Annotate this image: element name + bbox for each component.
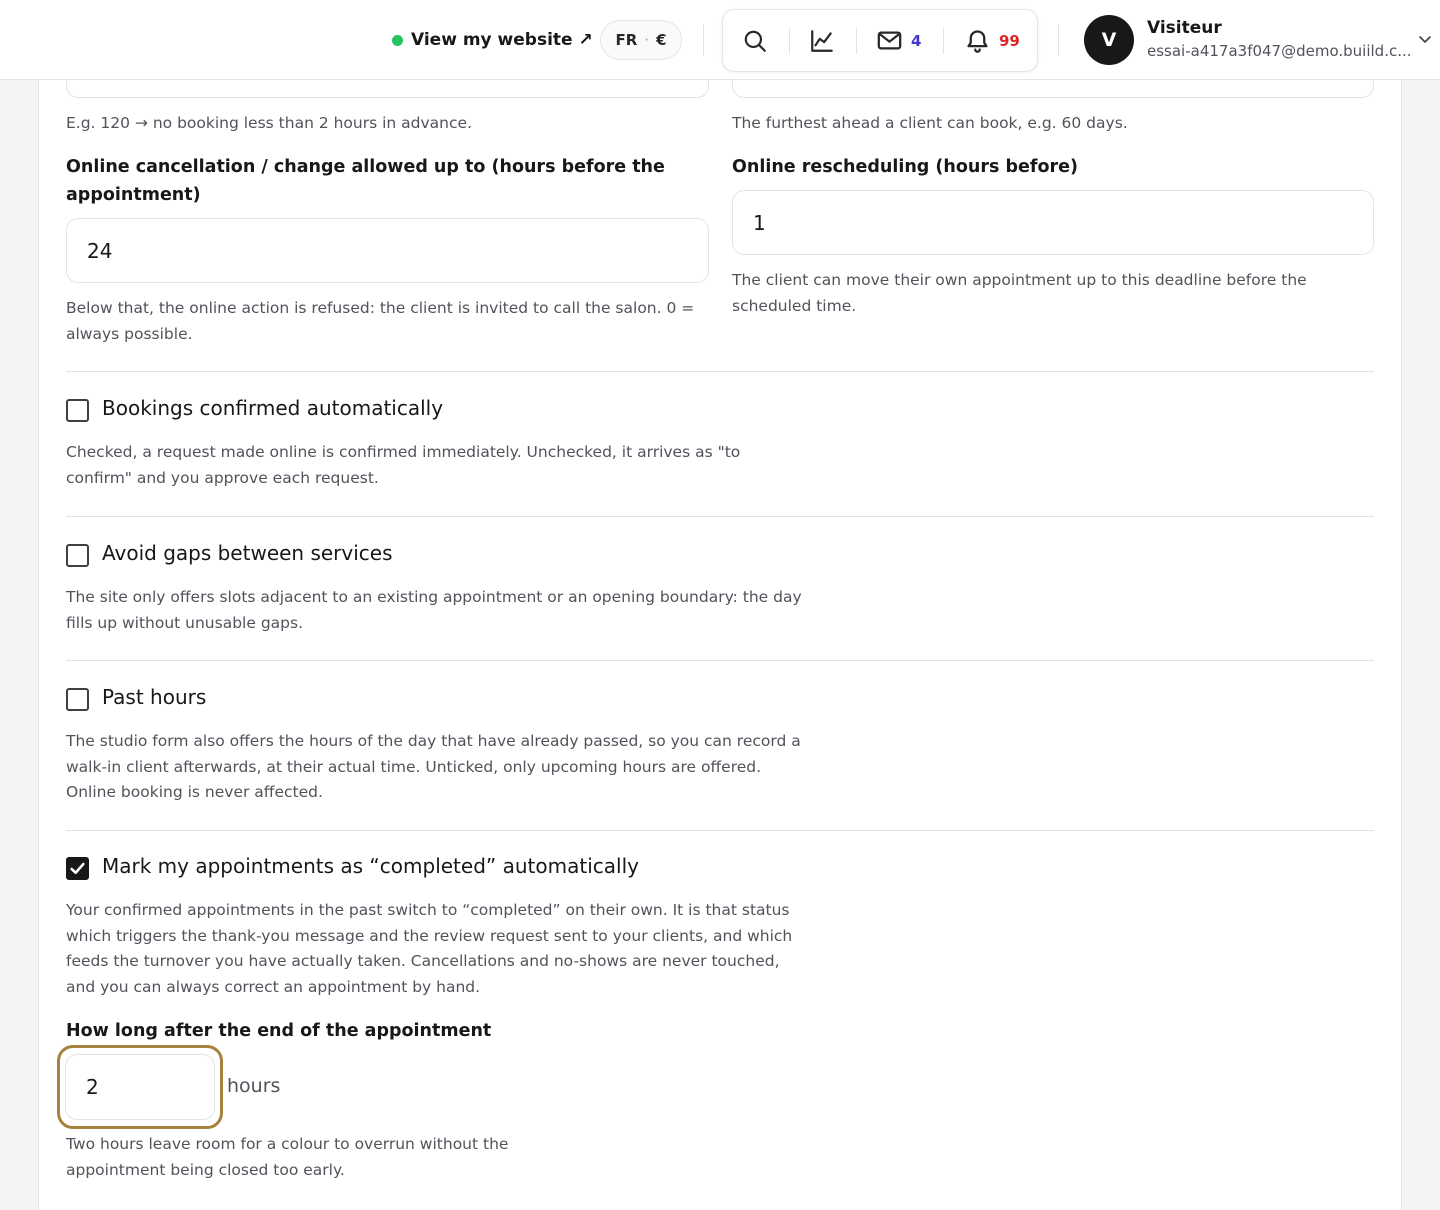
max-advance-help: The furthest ahead a client can book, e.… (732, 114, 1128, 132)
notifications-button[interactable]: 99 (964, 10, 1020, 71)
cancellation-label: Online cancellation / change allowed up … (66, 157, 665, 205)
unread-messages-count: 4 (911, 31, 922, 50)
messages-button[interactable]: 4 (876, 10, 921, 71)
rescheduling-help: The client can move their own appointmen… (732, 271, 1307, 315)
header-toolbar: 4 99 (722, 9, 1038, 72)
view-website-label: View my website ↗ (411, 30, 593, 50)
min-notice-help: E.g. 120 → no booking less than 2 hours … (66, 114, 472, 132)
header-divider (703, 24, 704, 56)
view-website-link[interactable]: View my website ↗ (392, 26, 593, 54)
locale-currency-switcher[interactable]: FR · € (600, 20, 682, 60)
top-bar: View my website ↗ FR · € 4 99 V Visiteur… (0, 0, 1440, 80)
auto-confirm-help: Checked, a request made online is confir… (66, 443, 741, 487)
auto-complete-label[interactable]: Mark my appointments as “completed” auto… (102, 854, 639, 878)
currency-symbol: € (656, 31, 667, 49)
mail-icon (877, 31, 902, 50)
section-divider (66, 371, 1374, 372)
language-code: FR (615, 31, 638, 49)
past-hours-checkbox[interactable] (66, 688, 89, 711)
search-icon (744, 30, 766, 52)
completion-delay-input[interactable]: 2 (65, 1054, 215, 1120)
section-divider (66, 830, 1374, 831)
past-hours-label[interactable]: Past hours (102, 685, 206, 709)
completion-delay-unit: hours (227, 1075, 281, 1097)
statistics-button[interactable] (809, 10, 835, 71)
checkmark-icon (70, 862, 85, 875)
avatar[interactable]: V (1084, 15, 1134, 65)
completion-delay-help: Two hours leave room for a colour to ove… (66, 1135, 509, 1179)
section-divider (66, 516, 1374, 517)
cancellation-hours-input[interactable]: 24 (66, 218, 709, 283)
chevron-down-icon[interactable] (1417, 31, 1433, 47)
rescheduling-label: Online rescheduling (hours before) (732, 157, 1079, 177)
online-status-dot (392, 34, 403, 46)
avoid-gaps-help: The site only offers slots adjacent to a… (66, 588, 802, 632)
notifications-count: 99 (999, 31, 1020, 50)
auto-complete-help: Your confirmed appointments in the past … (66, 901, 793, 996)
past-hours-help: The studio form also offers the hours of… (66, 732, 801, 801)
avoid-gaps-label[interactable]: Avoid gaps between services (102, 541, 393, 565)
bell-icon (967, 30, 988, 53)
section-divider (66, 660, 1374, 661)
chart-line-icon (811, 29, 833, 52)
auto-complete-checkbox[interactable] (66, 857, 89, 880)
auto-confirm-checkbox[interactable] (66, 399, 89, 422)
locale-separator: · (644, 31, 650, 49)
toolbar-divider (856, 28, 857, 54)
search-button[interactable] (742, 10, 768, 71)
toolbar-divider (943, 28, 944, 54)
user-email: essai-a417a3f047@demo.buiild.c... (1147, 42, 1412, 60)
user-name[interactable]: Visiteur (1147, 18, 1222, 38)
toolbar-divider (789, 28, 790, 54)
cancellation-help: Below that, the online action is refused… (66, 299, 695, 343)
completion-delay-label: How long after the end of the appointmen… (66, 1021, 492, 1041)
auto-confirm-label[interactable]: Bookings confirmed automatically (102, 396, 443, 420)
avoid-gaps-checkbox[interactable] (66, 544, 89, 567)
header-divider (1058, 24, 1059, 56)
rescheduling-hours-input[interactable]: 1 (732, 190, 1374, 255)
